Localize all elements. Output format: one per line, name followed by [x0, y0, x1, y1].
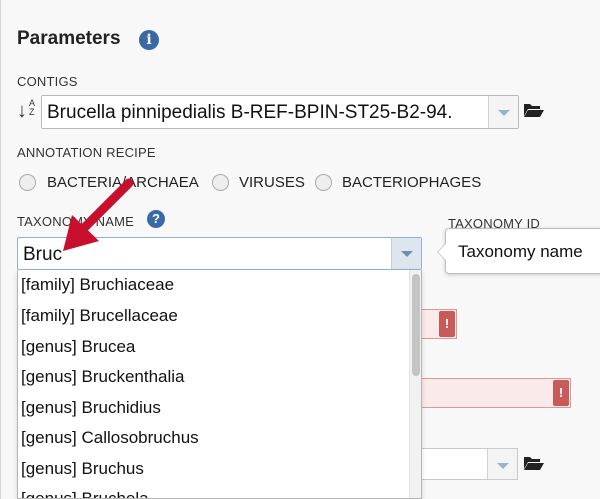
tooltip-text: Taxonomy name [458, 242, 583, 261]
taxonomy-suggestions-list[interactable]: [family] Bruchiaceae [family] Brucellace… [17, 270, 422, 499]
info-icon[interactable]: i [139, 30, 159, 50]
help-icon[interactable]: ? [147, 210, 165, 228]
error-icon: ! [439, 311, 455, 337]
annotation-arrow [63, 178, 134, 251]
radio-label-viruses: VIRUSES [239, 174, 305, 191]
scrollbar[interactable] [409, 270, 421, 498]
contigs-select[interactable]: Brucella pinnipedialis B-REF-BPIN-ST25-B… [41, 95, 519, 129]
list-item[interactable]: [genus] Bruchus [21, 459, 144, 479]
contigs-label: CONTIGS [17, 74, 78, 89]
list-item[interactable]: [genus] Bruchela [21, 489, 149, 498]
chevron-down-icon[interactable] [487, 449, 517, 479]
radio-viruses[interactable] [212, 174, 229, 191]
list-item[interactable]: [genus] Bruckenthalia [21, 367, 185, 387]
genome-name-field[interactable]: ! [421, 378, 571, 408]
list-item[interactable]: [genus] Callosobruchus [21, 428, 199, 448]
list-item[interactable]: [genus] Brucea [21, 337, 135, 357]
sort-az-icon[interactable]: ↓ A Z [17, 99, 41, 125]
contigs-value: Brucella pinnipedialis B-REF-BPIN-ST25-B… [47, 102, 453, 123]
scroll-thumb[interactable] [412, 274, 420, 376]
folder-open-icon[interactable] [523, 455, 545, 471]
radio-label-bacteriophages: BACTERIOPHAGES [342, 174, 482, 191]
radio-bacteria-archaea[interactable] [19, 174, 36, 191]
parameters-panel: Parameters i CONTIGS ↓ A Z Brucella pinn… [0, 0, 600, 499]
error-icon: ! [553, 380, 569, 406]
folder-open-icon[interactable] [523, 102, 545, 118]
taxonomy-id-field[interactable]: ! [421, 309, 457, 339]
output-folder-select[interactable] [421, 448, 518, 480]
annotation-recipe-label: ANNOTATION RECIPE [17, 145, 156, 160]
list-item[interactable]: [family] Brucellaceae [21, 306, 178, 326]
taxonomy-tooltip: Taxonomy name [437, 228, 600, 274]
radio-bacteriophages[interactable] [315, 174, 332, 191]
list-item[interactable]: [genus] Bruchidius [21, 398, 161, 418]
chevron-down-icon[interactable] [391, 238, 421, 269]
chevron-down-icon[interactable] [488, 96, 518, 128]
list-item[interactable]: [family] Bruchiaceae [21, 275, 174, 295]
panel-title: Parameters [17, 28, 121, 49]
